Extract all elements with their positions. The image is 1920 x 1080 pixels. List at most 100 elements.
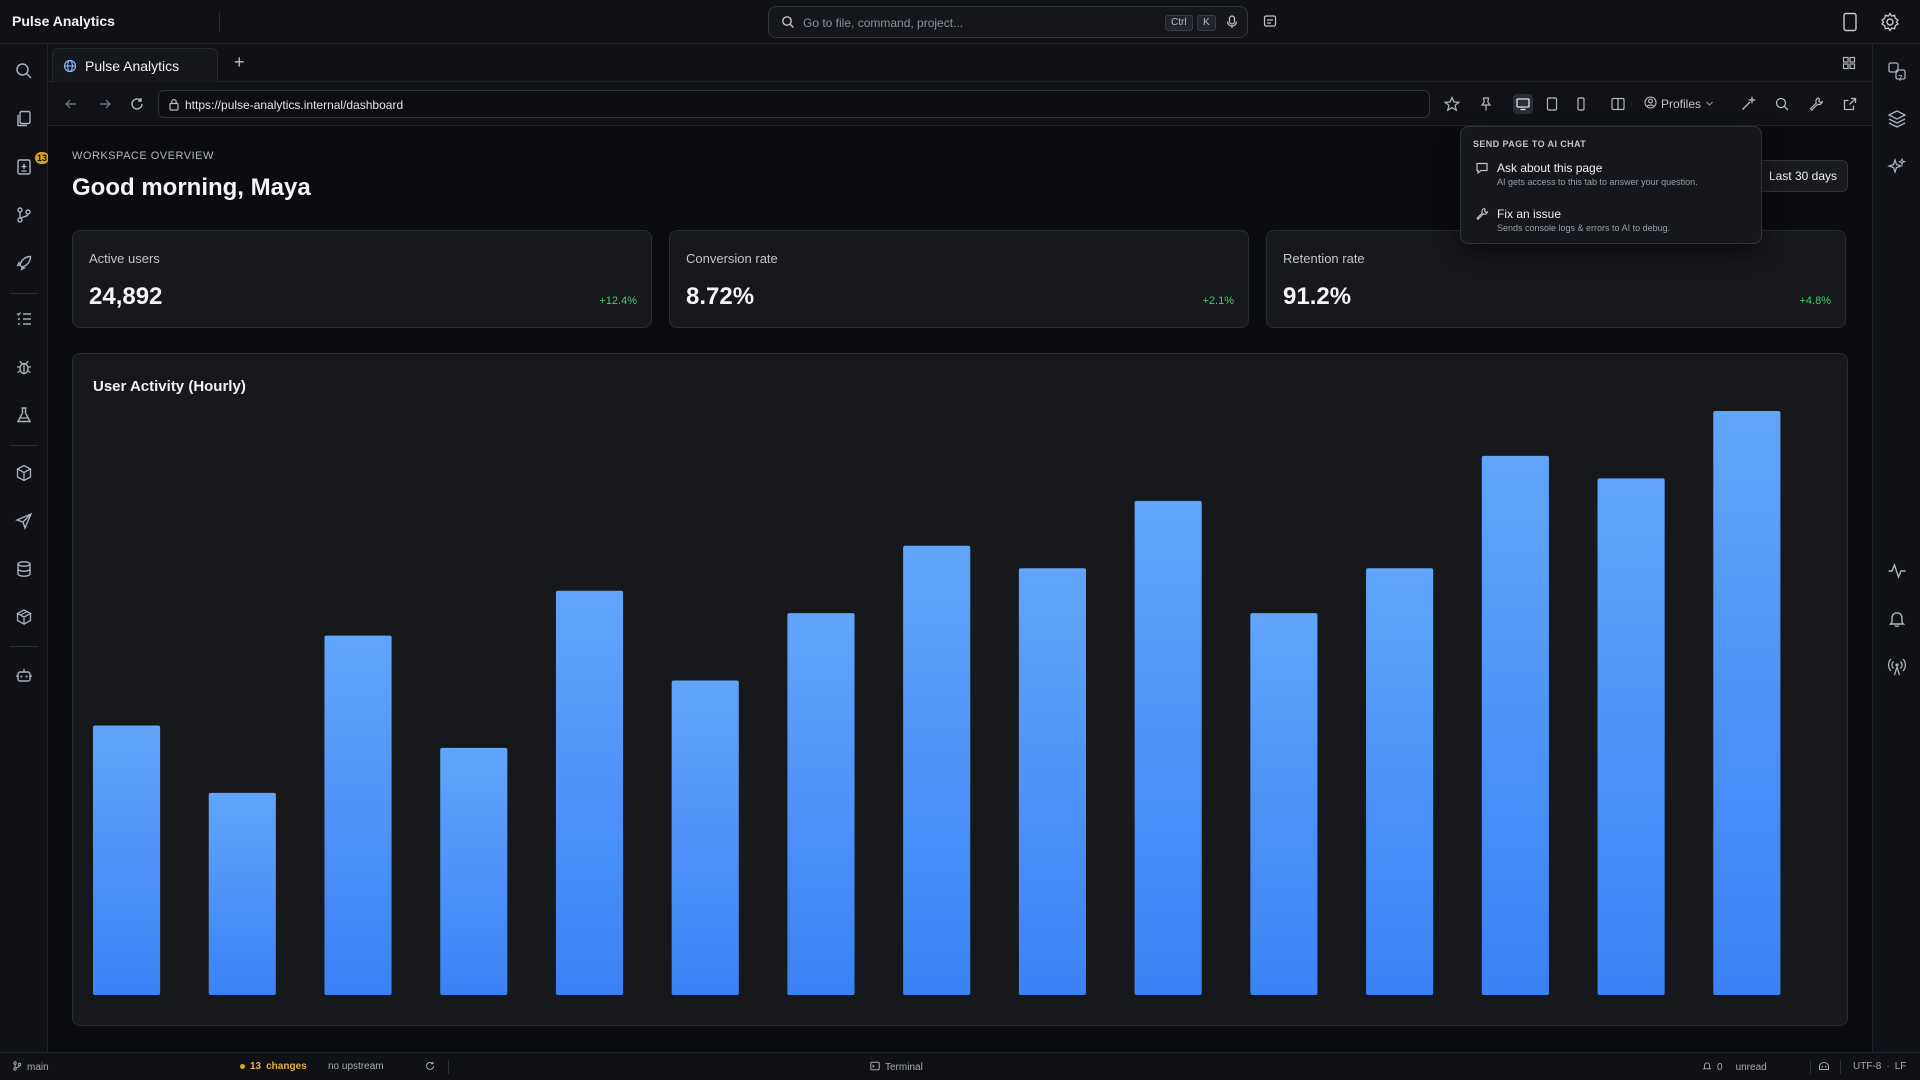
compare-icon[interactable]: 7 bbox=[1886, 60, 1908, 83]
url-input[interactable] bbox=[185, 96, 1385, 114]
chart-bar[interactable] bbox=[555, 590, 624, 995]
split-view-icon[interactable] bbox=[1608, 94, 1628, 114]
rocket-icon[interactable] bbox=[13, 252, 35, 274]
address-bar-row: Profiles bbox=[48, 82, 1872, 126]
microphone-icon[interactable] bbox=[1225, 15, 1239, 34]
chart-bar[interactable] bbox=[671, 680, 739, 995]
gear-icon[interactable] bbox=[1880, 12, 1900, 37]
device-icon[interactable] bbox=[1841, 12, 1859, 37]
chevron-down-icon bbox=[1705, 97, 1714, 111]
bar-chart bbox=[93, 411, 1781, 995]
bot-icon[interactable] bbox=[13, 664, 35, 686]
shortcut-ctrl-key: Ctrl bbox=[1165, 15, 1193, 31]
menu-item-title: Ask about this page bbox=[1497, 161, 1603, 175]
database-icon[interactable] bbox=[13, 558, 35, 580]
task-list-icon[interactable] bbox=[13, 308, 35, 330]
layout-toggle-icon[interactable] bbox=[1263, 14, 1277, 33]
copilot-icon[interactable] bbox=[1818, 1061, 1830, 1071]
rail-separator bbox=[10, 445, 38, 446]
fix-an-issue-item[interactable]: Fix an issue Sends console logs & errors… bbox=[1467, 203, 1757, 243]
chart-bar[interactable] bbox=[93, 725, 161, 995]
ask-about-page-item[interactable]: Ask about this page AI gets access to th… bbox=[1467, 157, 1757, 197]
git-branch-icon[interactable] bbox=[13, 204, 35, 226]
bug-icon[interactable] bbox=[13, 356, 35, 378]
chart-bar[interactable] bbox=[1481, 455, 1549, 995]
rail-separator bbox=[10, 293, 38, 294]
branch-name: main bbox=[27, 1062, 49, 1073]
user-circle-icon bbox=[1644, 96, 1657, 112]
package-icon[interactable] bbox=[13, 462, 35, 484]
changes-dot-icon bbox=[240, 1064, 245, 1069]
changes-status[interactable]: 13 changes bbox=[240, 1061, 307, 1072]
chart-bar[interactable] bbox=[324, 635, 392, 995]
upstream-status: no upstream bbox=[328, 1061, 384, 1072]
popover-heading: SEND PAGE TO AI CHAT bbox=[1473, 139, 1587, 149]
desktop-view-icon[interactable] bbox=[1513, 94, 1533, 114]
unread-count: 0 bbox=[1717, 1062, 1723, 1073]
files-icon[interactable] bbox=[13, 108, 35, 130]
menu-item-description: Sends console logs & errors to AI to deb… bbox=[1497, 223, 1671, 233]
chart-bar[interactable] bbox=[1018, 568, 1086, 995]
chart-bar[interactable] bbox=[1366, 568, 1434, 995]
notifications-status[interactable]: 0 unread bbox=[1702, 1061, 1767, 1074]
command-search-input[interactable] bbox=[803, 13, 1123, 33]
chart-bar[interactable] bbox=[787, 613, 855, 995]
encoding-status[interactable]: UTF-8 · LF bbox=[1853, 1061, 1906, 1072]
metric-label: Retention rate bbox=[1283, 251, 1365, 266]
find-in-page-icon[interactable] bbox=[1772, 94, 1792, 114]
menu-item-description: AI gets access to this tab to answer you… bbox=[1497, 177, 1698, 187]
status-separator bbox=[1810, 1060, 1811, 1074]
status-separator bbox=[448, 1060, 449, 1074]
unread-label: unread bbox=[1735, 1062, 1767, 1073]
chart-bar[interactable] bbox=[1597, 478, 1665, 995]
git-branch-icon bbox=[12, 1061, 22, 1074]
date-range-button[interactable]: Last 30 days bbox=[1750, 160, 1848, 192]
send-icon[interactable] bbox=[13, 510, 35, 532]
tab-pulse-analytics[interactable]: Pulse Analytics bbox=[52, 48, 218, 82]
chart-title: User Activity (Hourly) bbox=[93, 378, 246, 395]
activity-pulse-icon[interactable] bbox=[1886, 560, 1908, 582]
chart-bar[interactable] bbox=[1134, 500, 1202, 995]
grid-icon[interactable] bbox=[1842, 56, 1856, 75]
chart-bar[interactable] bbox=[208, 792, 276, 995]
metric-card-conversion-rate: Conversion rate 8.72% +2.1% bbox=[669, 230, 1249, 328]
magic-wand-icon[interactable] bbox=[1738, 94, 1758, 114]
page-content: WORKSPACE OVERVIEW Good morning, Maya La… bbox=[48, 126, 1872, 1052]
chart-bar[interactable] bbox=[903, 545, 971, 995]
profiles-label: Profiles bbox=[1661, 97, 1702, 111]
back-arrow-icon[interactable] bbox=[62, 95, 80, 113]
changes-label: changes bbox=[266, 1061, 307, 1072]
layers-icon[interactable] bbox=[1886, 108, 1908, 130]
metric-label: Conversion rate bbox=[686, 251, 778, 266]
cube-icon[interactable] bbox=[13, 606, 35, 628]
app-title: Pulse Analytics bbox=[12, 13, 115, 29]
pin-icon[interactable] bbox=[1476, 94, 1496, 114]
reload-icon[interactable] bbox=[128, 95, 146, 113]
rail-separator bbox=[10, 646, 38, 647]
sync-icon[interactable] bbox=[425, 1061, 435, 1071]
url-field[interactable] bbox=[158, 90, 1430, 118]
bell-icon[interactable] bbox=[1886, 608, 1908, 630]
chart-bar[interactable] bbox=[1250, 613, 1318, 995]
user-activity-chart-panel: User Activity (Hourly) bbox=[72, 353, 1848, 1026]
terminal-toggle[interactable]: Terminal bbox=[870, 1061, 923, 1074]
star-icon[interactable] bbox=[1442, 94, 1462, 114]
broadcast-icon[interactable] bbox=[1886, 656, 1908, 678]
devtools-wrench-icon[interactable] bbox=[1806, 94, 1826, 114]
status-separator bbox=[1840, 1060, 1841, 1074]
source-control-changes-icon[interactable]: 13 bbox=[13, 152, 50, 178]
git-branch-status[interactable]: main bbox=[12, 1061, 49, 1074]
profiles-dropdown[interactable]: Profiles bbox=[1644, 94, 1714, 114]
search-icon[interactable] bbox=[13, 60, 35, 82]
menu-item-title: Fix an issue bbox=[1497, 207, 1562, 221]
command-search[interactable]: Ctrl K bbox=[768, 6, 1248, 38]
open-external-icon[interactable] bbox=[1840, 94, 1860, 114]
mobile-view-icon[interactable] bbox=[1571, 94, 1591, 114]
sparkles-icon[interactable] bbox=[1886, 156, 1908, 178]
chart-bar[interactable] bbox=[440, 747, 508, 995]
chart-bar[interactable] bbox=[1713, 411, 1781, 995]
forward-arrow-icon[interactable] bbox=[96, 95, 114, 113]
new-tab-plus-icon[interactable]: + bbox=[234, 53, 245, 71]
flask-icon[interactable] bbox=[13, 404, 35, 426]
tablet-view-icon[interactable] bbox=[1542, 94, 1562, 114]
